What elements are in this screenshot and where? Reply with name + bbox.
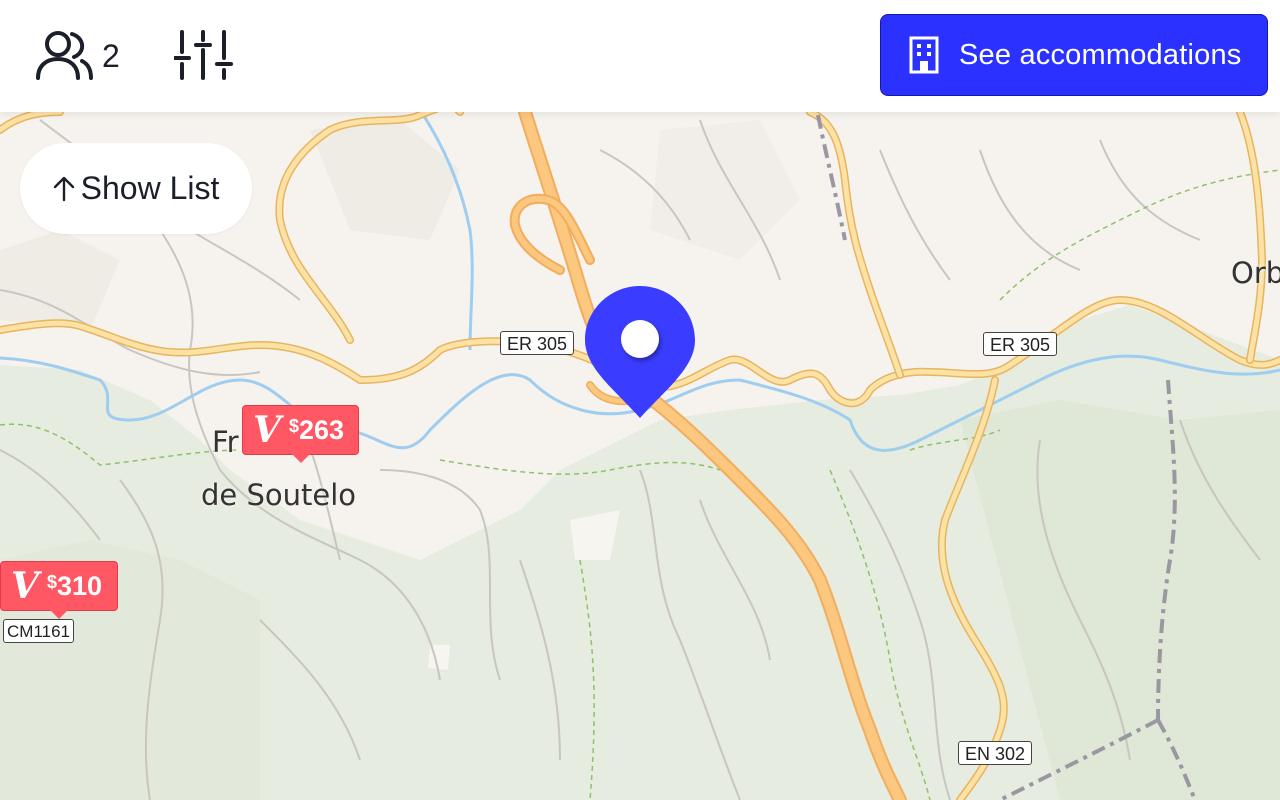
price-marker-310[interactable]: V $ 310 xyxy=(0,561,118,619)
road-label-er305-west: ER 305 xyxy=(500,331,575,355)
app-root: ER 305 ER 305 CM1161 EN 302 Fr de Soutel… xyxy=(0,0,1280,800)
guests-count: 2 xyxy=(102,37,120,74)
price-amount: 263 xyxy=(298,414,345,445)
top-bar: 2 See accommodations xyxy=(0,0,1280,112)
arrow-up-icon xyxy=(53,176,74,201)
show-list-button[interactable]: Show List xyxy=(20,143,252,234)
price-currency: $ xyxy=(46,572,57,592)
place-label-de-soutelo: de Soutelo xyxy=(201,478,357,512)
filters-button[interactable] xyxy=(173,28,234,87)
road-label-er305-east: ER 305 xyxy=(983,332,1058,356)
brand-logo: V xyxy=(253,409,281,451)
brand-logo: V xyxy=(11,565,39,607)
place-label-orb: Orb xyxy=(1231,256,1280,290)
price-amount: 310 xyxy=(56,570,103,601)
place-label-fr: Fr xyxy=(212,425,239,459)
show-list-label: Show List xyxy=(80,170,220,206)
road-label-en302: EN 302 xyxy=(958,741,1033,765)
price-currency: $ xyxy=(288,416,299,436)
guests-selector[interactable]: 2 xyxy=(34,28,120,84)
road-label-cm1161: CM1161 xyxy=(3,619,74,643)
sliders-icon xyxy=(173,30,233,80)
building-icon xyxy=(907,36,941,74)
price-marker-263[interactable]: V $ 263 xyxy=(242,405,359,463)
see-accommodations-button[interactable]: See accommodations xyxy=(880,14,1268,96)
map-pin-icon[interactable] xyxy=(585,286,695,420)
users-icon xyxy=(36,31,93,80)
see-accommodations-label: See accommodations xyxy=(959,38,1242,71)
